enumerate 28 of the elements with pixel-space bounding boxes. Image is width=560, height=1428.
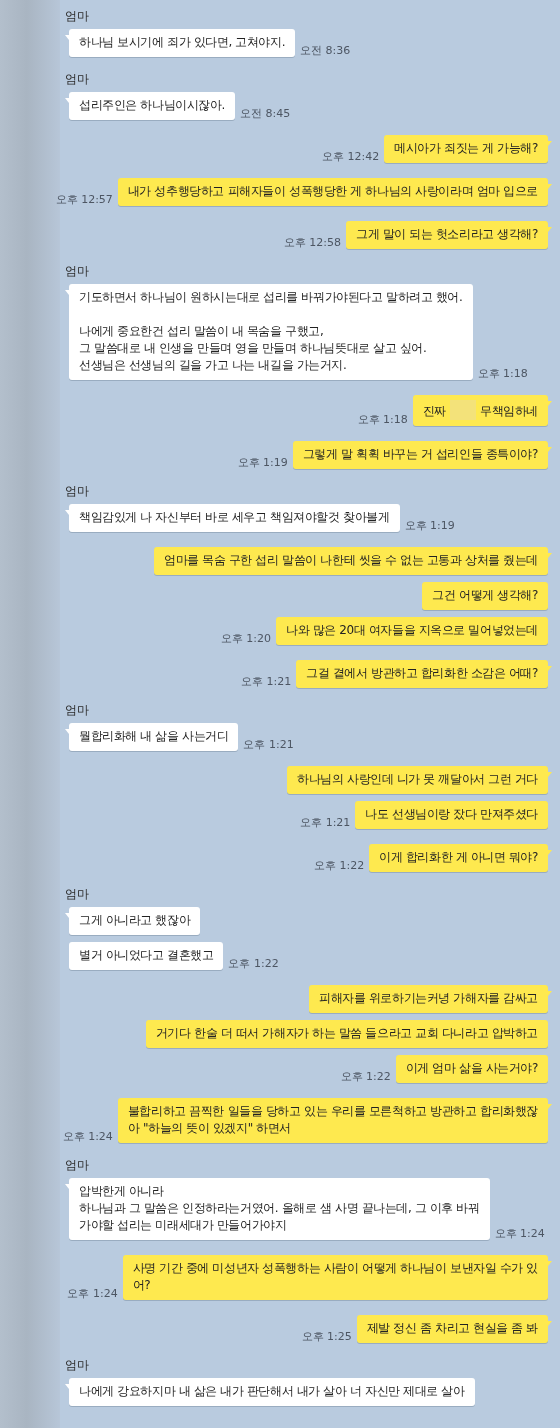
message-time: 오후 1:24 [494, 1227, 545, 1241]
sender-name: 엄마 [65, 264, 89, 278]
message-time: 오전 8:36 [300, 44, 351, 58]
sender-name: 엄마 [65, 1358, 89, 1372]
message-time: 오후 1:21 [240, 675, 292, 689]
sender-name: 엄마 [65, 1158, 89, 1172]
message-time: 오후 1:20 [220, 632, 272, 646]
message-time: 오후 1:18 [477, 367, 528, 381]
message-time: 오전 8:45 [240, 107, 291, 121]
sender-name: 엄마 [65, 484, 89, 498]
message-time: 오후 1:22 [340, 1070, 391, 1084]
message-time: 오후 1:22 [228, 957, 279, 971]
message-time: 오후 12:57 [55, 193, 113, 207]
sender-name: 엄마 [65, 887, 89, 901]
message-time: 오후 1:18 [357, 413, 408, 427]
message-time: 오후 1:24 [62, 1130, 113, 1144]
sender-name: 엄마 [65, 9, 89, 23]
sender-name: 엄마 [65, 703, 89, 717]
message-time: 오후 1:21 [300, 816, 351, 830]
sender-name: 엄마 [65, 72, 89, 86]
message-time: 오후 12:42 [321, 150, 380, 164]
message-time: 오후 1:24 [67, 1287, 118, 1301]
message-time: 오후 1:21 [243, 738, 294, 752]
message-time: 오후 1:25 [301, 1330, 352, 1344]
message-time: 오후 12:58 [283, 236, 341, 250]
message-time: 오후 1:19 [237, 456, 288, 470]
message-time: 오후 1:22 [313, 859, 365, 873]
message-time: 오후 1:19 [404, 519, 455, 533]
